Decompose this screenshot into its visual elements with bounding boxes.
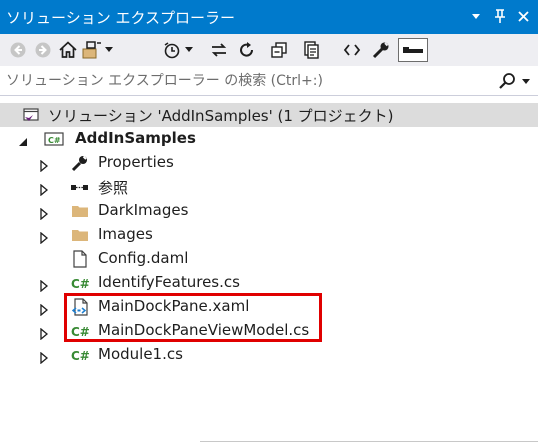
expand-arrow-icon[interactable] bbox=[38, 277, 50, 293]
close-icon[interactable] bbox=[513, 6, 533, 26]
expand-arrow-icon[interactable] bbox=[38, 229, 50, 245]
csharp-file-icon: C# bbox=[70, 274, 90, 292]
pin-icon[interactable] bbox=[490, 6, 510, 26]
view-code-icon[interactable] bbox=[340, 38, 364, 62]
preview-icon[interactable] bbox=[398, 38, 428, 62]
sync-icon[interactable] bbox=[207, 38, 231, 62]
window-options-dropdown-icon[interactable] bbox=[466, 6, 486, 26]
expand-arrow-icon[interactable] bbox=[38, 349, 50, 365]
bottom-divider bbox=[200, 441, 538, 442]
svg-text:C#: C# bbox=[71, 325, 90, 339]
expand-arrow-icon[interactable] bbox=[38, 301, 50, 317]
properties-icon[interactable] bbox=[369, 38, 393, 62]
expand-arrow-icon[interactable] bbox=[38, 205, 50, 221]
tree-row-maindockpane-xaml[interactable]: MainDockPane.xaml bbox=[0, 295, 538, 319]
show-all-files-icon[interactable] bbox=[299, 38, 323, 62]
pending-changes-icon[interactable] bbox=[160, 38, 184, 62]
tree-row-images[interactable]: Images bbox=[0, 223, 538, 247]
tree-row-project[interactable]: C# AddInSamples bbox=[0, 127, 538, 151]
home-icon[interactable] bbox=[56, 38, 80, 62]
tree-row-config[interactable]: Config.daml bbox=[0, 247, 538, 271]
tree-row-maindockpaneviewmodel[interactable]: C# MainDockPaneViewModel.cs bbox=[0, 319, 538, 343]
tree-item-label: IdentifyFeatures.cs bbox=[98, 273, 240, 291]
csharp-file-icon: C# bbox=[70, 322, 90, 340]
tree-row-darkimages[interactable]: DarkImages bbox=[0, 199, 538, 223]
window-title: ソリューション エクスプローラー bbox=[6, 9, 236, 27]
pending-changes-dropdown-icon[interactable] bbox=[183, 38, 195, 62]
tree-row-module1[interactable]: C# Module1.cs bbox=[0, 343, 538, 367]
tree-item-label: MainDockPaneViewModel.cs bbox=[98, 321, 310, 339]
expand-arrow-icon[interactable] bbox=[38, 181, 50, 197]
tree-row-references[interactable]: 参照 bbox=[0, 175, 538, 199]
search-box bbox=[0, 66, 538, 96]
tree-item-label: Module1.cs bbox=[98, 345, 183, 363]
tree-row-properties[interactable]: Properties bbox=[0, 151, 538, 175]
tree-row-solution[interactable]: ソリューション 'AddInSamples' (1 プロジェクト) bbox=[0, 103, 538, 127]
tree-item-label: MainDockPane.xaml bbox=[98, 297, 250, 315]
tree-item-label: Config.daml bbox=[98, 249, 189, 267]
tree-row-identifyfeatures[interactable]: C# IdentifyFeatures.cs bbox=[0, 271, 538, 295]
xaml-file-icon bbox=[71, 298, 90, 316]
search-icon[interactable] bbox=[498, 72, 516, 90]
csharp-project-icon: C# bbox=[44, 130, 64, 148]
collapse-arrow-icon[interactable] bbox=[17, 133, 29, 146]
expand-arrow-icon[interactable] bbox=[38, 325, 50, 341]
expand-arrow-icon[interactable] bbox=[38, 157, 50, 173]
search-options-dropdown-icon[interactable] bbox=[521, 73, 531, 89]
wrench-icon bbox=[71, 154, 89, 172]
tree-item-label: 参照 bbox=[98, 179, 129, 197]
csharp-file-icon: C# bbox=[70, 346, 90, 364]
file-icon bbox=[72, 250, 90, 268]
search-input[interactable] bbox=[6, 70, 476, 92]
refresh-icon[interactable] bbox=[235, 38, 259, 62]
folder-icon bbox=[71, 202, 89, 220]
svg-text:C#: C# bbox=[48, 136, 61, 145]
tree-item-label: Images bbox=[98, 225, 153, 243]
switch-views-icon[interactable] bbox=[80, 38, 104, 62]
project-label: AddInSamples bbox=[75, 129, 196, 147]
tree-item-label: DarkImages bbox=[98, 201, 189, 219]
folder-icon bbox=[71, 226, 89, 244]
tree-item-label: Properties bbox=[98, 153, 174, 171]
solution-label: ソリューション 'AddInSamples' (1 プロジェクト) bbox=[48, 107, 394, 125]
solution-icon bbox=[22, 106, 40, 124]
toolbar bbox=[0, 34, 538, 66]
back-icon[interactable] bbox=[6, 38, 30, 62]
switch-views-dropdown-icon[interactable] bbox=[103, 38, 115, 62]
collapse-all-icon[interactable] bbox=[267, 38, 291, 62]
svg-text:C#: C# bbox=[71, 277, 90, 291]
svg-text:C#: C# bbox=[71, 349, 90, 363]
references-icon bbox=[70, 178, 88, 196]
title-bar: ソリューション エクスプローラー bbox=[0, 0, 538, 34]
forward-icon[interactable] bbox=[31, 38, 55, 62]
